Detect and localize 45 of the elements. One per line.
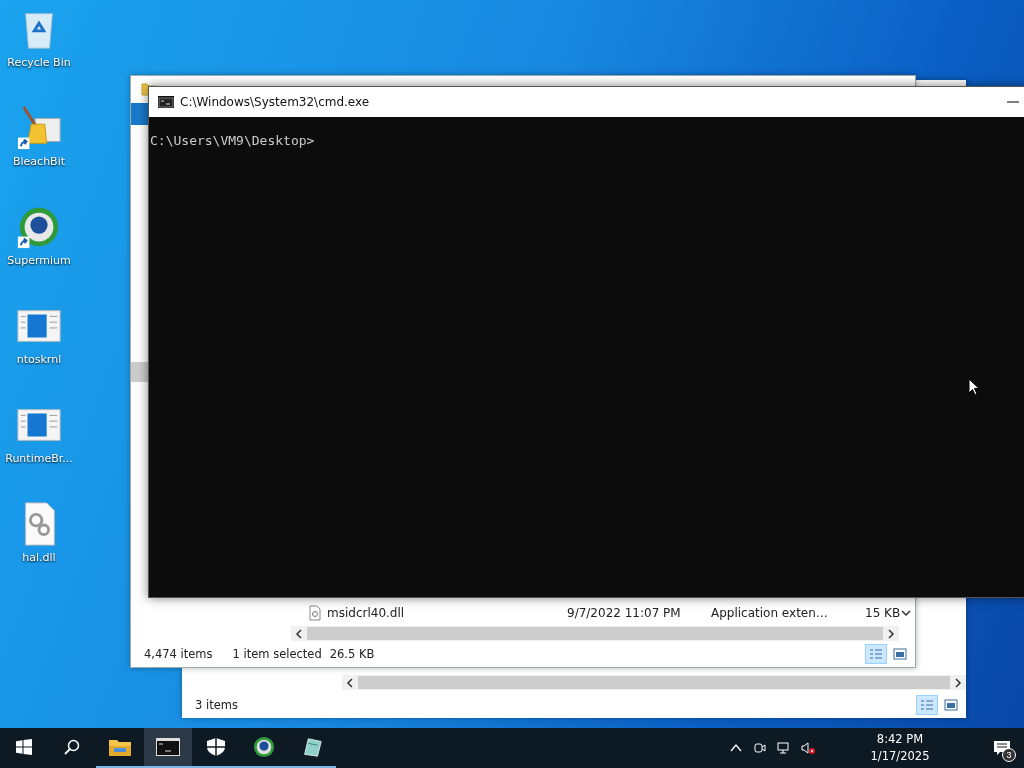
minimize-icon	[1007, 101, 1019, 103]
desktop-icon-label[interactable]: hal.dll	[22, 551, 56, 564]
network-icon[interactable]	[777, 741, 791, 755]
selection-size: 26.5 KB	[329, 647, 375, 661]
clock-date: 1/17/2025	[869, 748, 931, 765]
notification-center-button[interactable]: 3	[980, 728, 1024, 768]
mouse-cursor-icon	[968, 378, 980, 396]
file-type: Application exten…	[711, 606, 829, 620]
window-title: C:\Windows\System32\cmd.exe	[180, 95, 370, 109]
console-taskbar-button[interactable]	[144, 728, 192, 768]
scroll-down-icon[interactable]	[901, 608, 911, 618]
file-tab[interactable]	[131, 103, 151, 125]
details-list-icon	[869, 648, 883, 660]
scroll-left-icon[interactable]	[293, 628, 305, 639]
selection-count: 1 item selected	[232, 647, 322, 661]
broom-icon[interactable]	[16, 105, 62, 151]
console-prompt: C:\Users\VM9\Desktop>	[150, 133, 316, 148]
horizontal-scrollbar[interactable]	[291, 626, 899, 641]
desktop-icon-label[interactable]: ntoskrnl	[16, 353, 62, 366]
console-icon	[156, 736, 180, 758]
file-date: 9/7/2022 11:07 PM	[567, 606, 682, 620]
file-name[interactable]: msidcrl40.dll	[327, 606, 567, 620]
desktop-icon-label[interactable]: Recycle Bin	[7, 56, 71, 69]
browser-icon	[252, 736, 276, 758]
item-count: 3 items	[195, 698, 238, 712]
windows-logo-icon	[16, 739, 32, 755]
scroll-left-icon[interactable]	[344, 677, 356, 688]
notification-count: 3	[1002, 748, 1016, 762]
desktop-icon-label[interactable]: Supermium	[7, 254, 71, 267]
item-count: 4,474 items	[144, 647, 213, 661]
desktop-icon-label[interactable]: RuntimeBr...	[5, 452, 73, 465]
horizontal-scrollbar[interactable]	[342, 675, 966, 690]
scroll-right-icon[interactable]	[885, 628, 897, 639]
console-icon	[158, 96, 174, 108]
clock-time: 8:42 PM	[876, 731, 924, 748]
volume-muted-icon[interactable]	[801, 741, 815, 755]
clock[interactable]: 8:42 PM 1/17/2025	[820, 731, 980, 765]
search-icon	[64, 739, 80, 755]
meet-now-icon[interactable]	[753, 741, 767, 755]
desktop-icon-label[interactable]: BleachBit	[12, 155, 65, 168]
shield-icon	[204, 736, 228, 758]
gear-file-icon	[309, 605, 321, 621]
scroll-right-icon[interactable]	[952, 677, 964, 688]
details-list-icon	[920, 699, 934, 711]
nav-pane-selection[interactable]	[131, 362, 151, 382]
